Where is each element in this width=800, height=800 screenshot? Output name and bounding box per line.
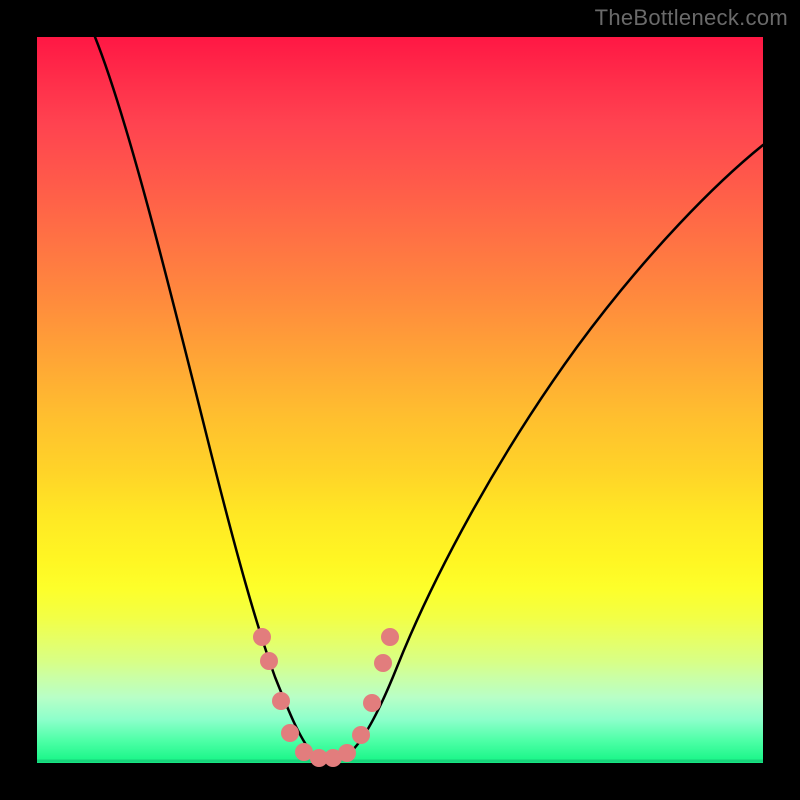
bottleneck-curve: [95, 37, 763, 759]
chart-svg: [37, 37, 763, 763]
plot-area: [37, 37, 763, 763]
valley-markers: [253, 628, 399, 767]
watermark-text: TheBottleneck.com: [595, 5, 788, 31]
chart-frame: TheBottleneck.com: [0, 0, 800, 800]
